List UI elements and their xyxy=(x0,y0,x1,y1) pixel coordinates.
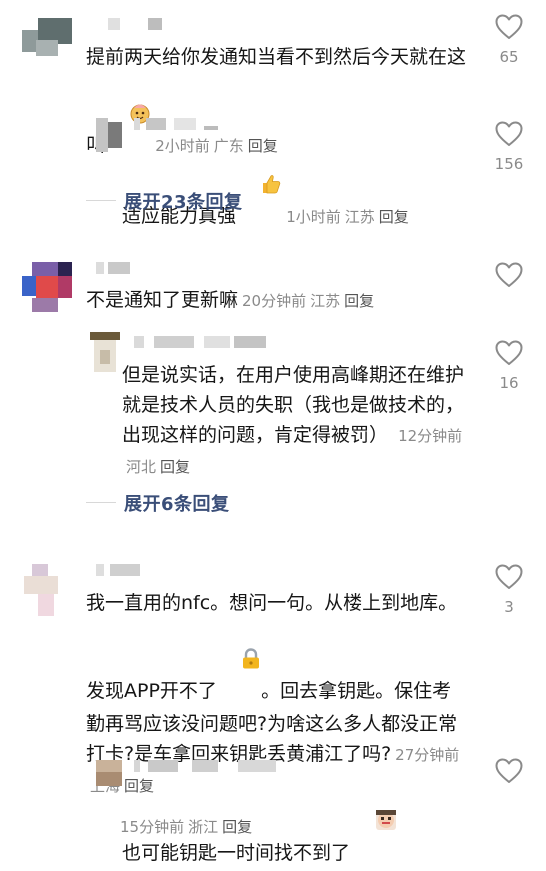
reply-meta: 15分钟前 浙江 回复 xyxy=(120,816,252,837)
reply-location: 河北 xyxy=(126,458,157,476)
heart-icon xyxy=(495,340,523,370)
expand-divider xyxy=(86,502,116,503)
reply-like-button[interactable] xyxy=(489,758,529,792)
reply-button[interactable]: 回复 xyxy=(160,458,190,476)
reply-button[interactable]: 回复 xyxy=(344,292,374,310)
heart-icon xyxy=(495,262,523,292)
reply-avatar[interactable] xyxy=(90,332,120,372)
expand-replies-button[interactable]: 展开6条回复 xyxy=(124,490,230,516)
heart-icon xyxy=(495,758,523,788)
reply-time: 1小时前 xyxy=(286,208,341,226)
reply-location: 浙江 xyxy=(188,818,219,836)
thumbs-up-icon xyxy=(236,143,282,234)
heart-icon xyxy=(495,121,523,151)
username-blur[interactable] xyxy=(96,564,156,576)
reply-like-button[interactable]: 16 xyxy=(489,340,529,392)
comment-text: 不是通知了更新嘛 20分钟前 江苏 回复 xyxy=(86,289,375,311)
sticker-face-icon xyxy=(350,778,398,871)
heart-icon xyxy=(495,14,523,44)
reply-button[interactable]: 回复 xyxy=(379,208,409,226)
avatar[interactable] xyxy=(22,262,72,312)
comment-location: 江苏 xyxy=(310,292,341,310)
reply-button[interactable]: 回复 xyxy=(222,818,252,836)
like-button[interactable] xyxy=(489,262,529,296)
comment-time: 20分钟前 xyxy=(242,292,307,310)
reply-text: 但是说实话，在用户使用高峰期还在维护就是技术人员的失职（我也是做技术的，出现这样… xyxy=(122,364,465,476)
like-count: 65 xyxy=(499,48,519,66)
like-button[interactable]: 3 xyxy=(489,564,529,616)
like-count: 3 xyxy=(504,598,514,616)
reply-location: 江苏 xyxy=(344,208,375,226)
reply-avatar[interactable] xyxy=(96,118,122,152)
heart-icon xyxy=(495,564,523,594)
comment-meta: 20分钟前 江苏 回复 xyxy=(238,292,374,310)
username-blur[interactable] xyxy=(108,18,168,30)
comment-time: 27分钟前 xyxy=(395,746,460,764)
like-count: 16 xyxy=(499,374,519,392)
reply-username-blur[interactable] xyxy=(134,336,274,348)
reply-username-blur[interactable] xyxy=(134,118,234,130)
reply-avatar[interactable] xyxy=(96,760,122,786)
reply-like-button[interactable]: 156 xyxy=(489,121,529,173)
reply-username-blur[interactable] xyxy=(134,760,284,772)
reply-time: 15分钟前 xyxy=(120,818,185,836)
expand-divider xyxy=(86,200,116,201)
expand-replies-button[interactable]: 展开23条回复 xyxy=(124,188,243,214)
avatar[interactable] xyxy=(22,18,72,56)
lock-icon xyxy=(217,618,261,709)
like-count: 156 xyxy=(494,155,524,173)
reply-time: 12分钟前 xyxy=(398,427,463,445)
avatar[interactable] xyxy=(24,564,74,616)
reply-meta: 1小时前 江苏 回复 xyxy=(282,208,409,226)
username-blur[interactable] xyxy=(96,262,146,274)
like-button[interactable]: 65 xyxy=(489,14,529,66)
